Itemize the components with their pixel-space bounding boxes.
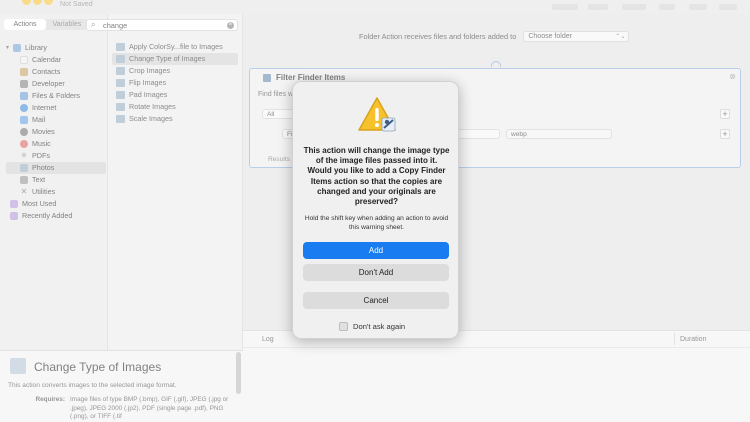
add-button[interactable]: Add [303, 242, 449, 259]
warning-icon [357, 96, 397, 134]
dont-ask-again-checkbox[interactable]: Don't ask again [339, 322, 405, 331]
dont-ask-again-label: Don't ask again [353, 322, 406, 331]
dialog-message: This action will change the image type o… [303, 146, 450, 207]
checkbox-box[interactable] [339, 322, 348, 331]
warning-dialog: This action will change the image type o… [292, 81, 459, 339]
dialog-hint: Hold the shift key when adding an action… [304, 215, 449, 231]
cancel-button[interactable]: Cancel [303, 292, 449, 309]
dont-add-button[interactable]: Don't Add [303, 264, 449, 281]
